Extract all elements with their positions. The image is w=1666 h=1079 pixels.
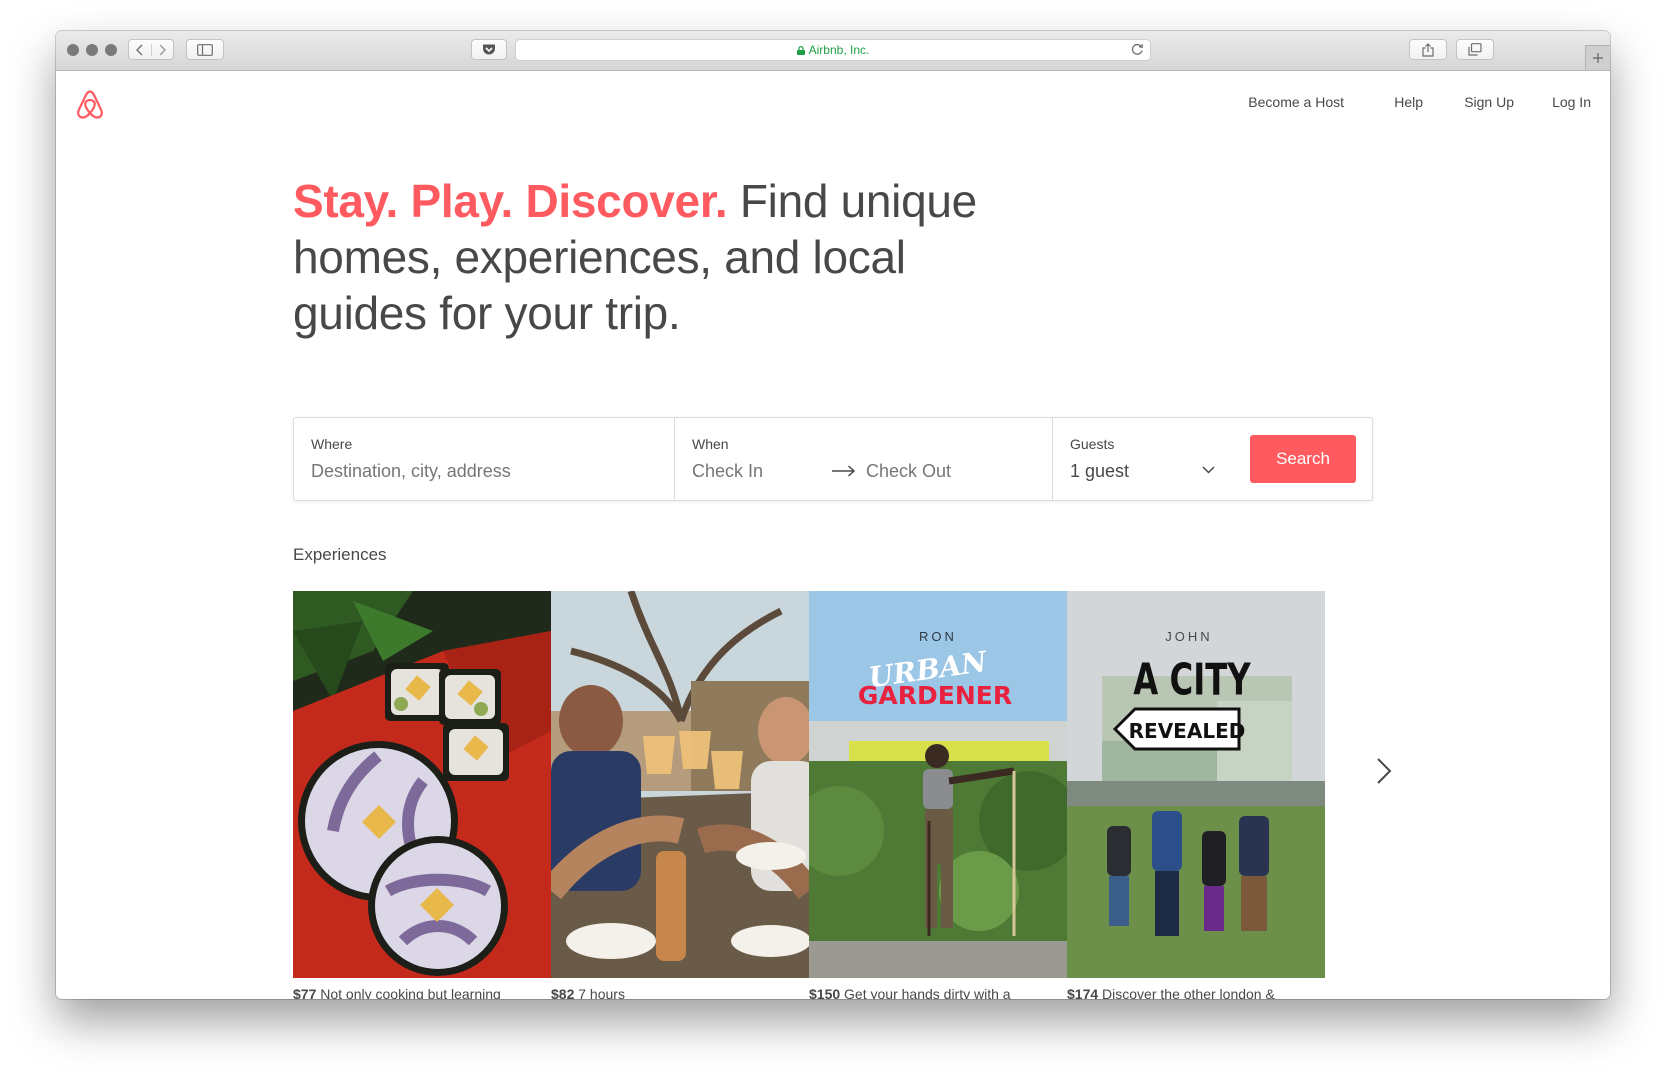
sidebar-icon xyxy=(197,43,213,56)
experience-title: Not only cooking but learning xyxy=(320,986,501,999)
pocket-icon xyxy=(483,44,495,55)
close-window-button[interactable] xyxy=(67,44,79,56)
plus-icon xyxy=(1593,53,1603,63)
experience-price: $150 xyxy=(809,986,841,999)
urban-gardener-poster[interactable]: RON URBAN GARDENER xyxy=(809,591,1067,978)
wine-toast-photo[interactable] xyxy=(551,591,809,978)
sign-up-link[interactable]: Sign Up xyxy=(1464,94,1514,110)
address-bar[interactable]: Airbnb, Inc. xyxy=(515,39,1151,61)
web-page: Become a Host Help Sign Up Log In Stay. … xyxy=(56,71,1610,999)
check-out-input[interactable]: Check Out xyxy=(866,461,951,482)
hero-headline: Stay. Play. Discover. Find unique homes,… xyxy=(293,173,993,341)
hero-accent: Stay. Play. Discover. xyxy=(293,175,728,227)
experience-card[interactable]: $82 7 hours xyxy=(551,591,809,999)
share-button[interactable] xyxy=(1409,39,1447,60)
zoom-window-button[interactable] xyxy=(105,44,117,56)
experience-card[interactable]: $77 Not only cooking but learning xyxy=(293,591,551,999)
check-in-input[interactable]: Check In xyxy=(692,461,763,482)
url-text: Airbnb, Inc. xyxy=(808,43,870,57)
pocket-button[interactable] xyxy=(471,39,507,60)
where-input[interactable]: Destination, city, address xyxy=(311,461,511,482)
tab-overview-button[interactable] xyxy=(1456,39,1494,60)
experience-price: $82 xyxy=(551,986,575,999)
browser-toolbar: Airbnb, Inc. xyxy=(56,31,1610,71)
share-icon xyxy=(1422,42,1434,57)
search-button[interactable]: Search xyxy=(1250,435,1356,483)
poster-name-ron: RON xyxy=(919,629,957,644)
when-label: When xyxy=(692,436,729,452)
chevron-down-icon[interactable] xyxy=(1202,466,1215,474)
minimize-window-button[interactable] xyxy=(86,44,98,56)
experiences-heading: Experiences xyxy=(293,545,387,564)
back-icon[interactable] xyxy=(129,43,152,56)
log-in-link[interactable]: Log In xyxy=(1552,94,1591,110)
experience-title: Get your hands dirty with a xyxy=(844,986,1011,999)
forward-icon[interactable] xyxy=(152,44,174,56)
new-tab-button[interactable] xyxy=(1585,45,1610,70)
poster-title-ron-2: GARDENER xyxy=(858,681,1012,710)
city-revealed-poster[interactable]: JOHN A CITY REVEALED xyxy=(1067,591,1325,978)
guests-label: Guests xyxy=(1070,436,1115,452)
help-link[interactable]: Help xyxy=(1394,94,1423,110)
experience-title: Discover the other london & xyxy=(1102,986,1275,999)
experience-price: $77 xyxy=(293,986,317,999)
where-label: Where xyxy=(311,436,353,452)
arrow-right-icon xyxy=(832,465,856,477)
experience-caption: $150 Get your hands dirty with a xyxy=(809,986,1067,999)
poster-name-john: JOHN xyxy=(1165,629,1212,644)
where-field[interactable]: Where Destination, city, address xyxy=(294,418,674,500)
airbnb-logo[interactable] xyxy=(76,89,104,125)
back-forward-group xyxy=(128,39,174,60)
browser-window: Airbnb, Inc. Become a Host Help Sign Up … xyxy=(56,31,1610,999)
sushi-photo[interactable] xyxy=(293,591,551,978)
experience-caption: $82 7 hours xyxy=(551,986,809,999)
become-a-host-link[interactable]: Become a Host xyxy=(1248,94,1344,110)
poster-title-john-2: REVEALED xyxy=(1129,719,1246,743)
experience-card[interactable]: RON URBAN GARDENER $150 Get your hands d… xyxy=(809,591,1067,999)
search-form: Where Destination, city, address When Ch… xyxy=(293,417,1373,501)
experience-price: $174 xyxy=(1067,986,1099,999)
experience-caption: $174 Discover the other london & xyxy=(1067,986,1325,999)
guests-select[interactable]: 1 guest xyxy=(1070,461,1129,482)
airbnb-logo-icon xyxy=(77,90,103,119)
guests-field[interactable]: Guests 1 guest xyxy=(1053,418,1233,500)
chevron-right-icon[interactable] xyxy=(1376,757,1392,785)
tabs-icon xyxy=(1468,43,1482,56)
lock-icon xyxy=(796,46,805,55)
when-field: When Check In Check Out xyxy=(675,418,1052,500)
experience-card[interactable]: JOHN A CITY REVEALED $174 Discover the o… xyxy=(1067,591,1325,999)
sidebar-toggle-button[interactable] xyxy=(186,39,224,60)
reload-icon[interactable] xyxy=(1131,43,1144,56)
poster-title-john-1: A CITY xyxy=(1133,655,1251,706)
experience-title: 7 hours xyxy=(578,986,625,999)
experience-caption: $77 Not only cooking but learning xyxy=(293,986,551,999)
